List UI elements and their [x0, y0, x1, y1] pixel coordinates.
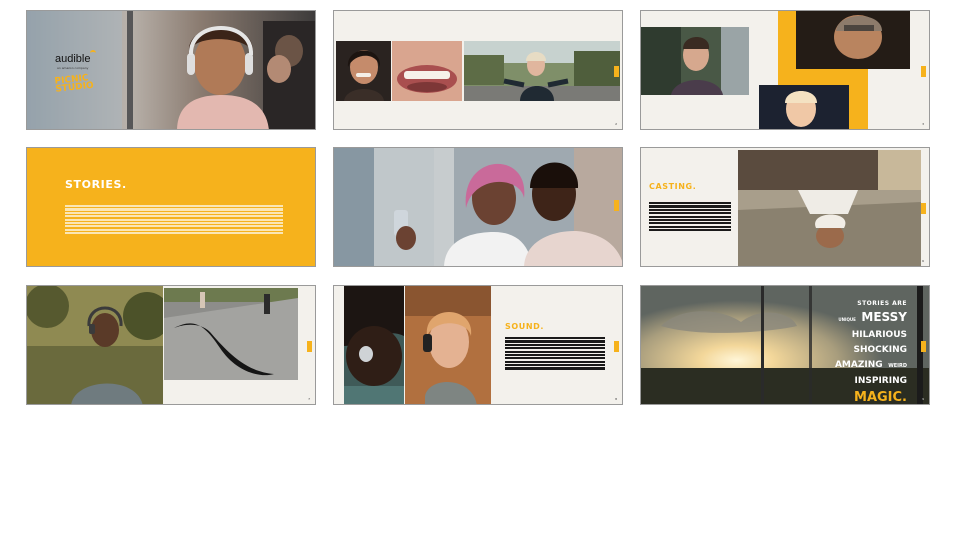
photo-woman-headphones — [405, 286, 491, 404]
photo-friends-with-phone — [334, 148, 622, 266]
slide-thumbnail-stories[interactable]: STORIES. — [26, 147, 316, 267]
page-number: 7 — [308, 397, 310, 401]
audible-logo: audible — [55, 53, 91, 65]
word: UNIQUE — [838, 317, 856, 322]
magic-final-word: MAGIC. — [854, 390, 907, 405]
photo-person-lying-on-bed — [738, 150, 921, 266]
slide-thumbnail-sound[interactable]: SOUND. 8 — [333, 285, 623, 405]
photo-man-laughing-night — [796, 11, 910, 69]
wordlist-line: HILARIOUS — [835, 326, 907, 341]
audible-wave-icon — [90, 50, 96, 56]
word: INSPIRING — [854, 376, 907, 386]
page-number: 6 — [922, 259, 924, 263]
photo-street-celebration — [464, 41, 620, 101]
word: STORIES ARE — [857, 300, 907, 307]
photo-woman-laughing-outdoors — [641, 27, 749, 95]
brand-tab — [614, 200, 619, 211]
word: HILARIOUS — [851, 330, 907, 340]
page-number: 9 — [922, 397, 924, 401]
picnic-studio-logo: PICNIC STUDIO — [54, 73, 95, 95]
wordlist-line: SHOCKING — [835, 341, 907, 356]
wordlist-line: INSPIRING — [835, 372, 907, 387]
slide-thumbnail-faces[interactable]: 2 — [333, 10, 623, 130]
slide-heading: SOUND. — [505, 322, 545, 331]
brand-tab — [921, 341, 926, 352]
slide-thumbnail-phone[interactable] — [333, 147, 623, 267]
word: MESSY — [861, 310, 907, 324]
slide-thumbnail-cover[interactable]: audible an amazon company PICNIC STUDIO — [26, 10, 316, 130]
page-number: 2 — [615, 122, 617, 126]
slide-thumbnail-casting[interactable]: CASTING. 6 — [640, 147, 930, 267]
brand-tab — [921, 203, 926, 214]
body-text-placeholder — [649, 202, 731, 232]
page-number: 3 — [922, 122, 924, 126]
word: SHOCKING — [853, 345, 907, 355]
photo-girl-smiling — [759, 85, 849, 129]
word: AMAZING — [834, 360, 883, 370]
magic-wordlist: STORIES ARE UNIQUE MESSY HILARIOUS SHOCK… — [835, 294, 907, 404]
cover-photo — [27, 11, 315, 129]
slide-thumbnail-magic[interactable]: STORIES ARE UNIQUE MESSY HILARIOUS SHOCK… — [640, 285, 930, 405]
slide-heading: STORIES. — [65, 178, 127, 191]
photo-earbud-closeup — [344, 286, 404, 404]
brand-tab — [921, 66, 926, 77]
body-text-placeholder — [65, 205, 283, 235]
word: WEIRD — [888, 363, 907, 369]
photo-woman-laughing — [336, 41, 391, 101]
photo-man-with-headphones — [27, 286, 163, 404]
slide-heading: CASTING. — [649, 182, 697, 191]
page-number: 8 — [615, 397, 617, 401]
brand-tab — [614, 341, 619, 352]
slide-thumbnail-running[interactable]: 7 — [26, 285, 316, 405]
wordlist-line: AMAZING WEIRD — [835, 356, 907, 372]
audible-logo-sub: an amazon company — [57, 66, 89, 70]
slide-thumbnail-laughing[interactable]: 3 — [640, 10, 930, 130]
wordlist-line: STORIES ARE — [835, 294, 907, 310]
photo-runner-shadow — [164, 288, 298, 380]
body-text-placeholder — [505, 337, 605, 370]
brand-tab — [614, 66, 619, 77]
wordlist-line: UNIQUE MESSY — [835, 310, 907, 326]
photo-smile-closeup — [392, 41, 462, 101]
brand-tab — [307, 341, 312, 352]
